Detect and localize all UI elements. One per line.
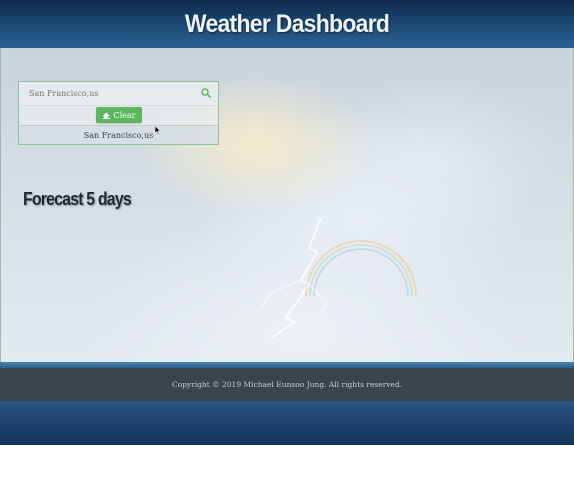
city-search-input[interactable] (25, 84, 193, 102)
page-title: Weather Dashboard (184, 9, 390, 38)
clear-row: Clear (19, 105, 218, 126)
search-panel: Clear San Francisco,us (18, 81, 219, 145)
search-history-label: San Francisco,us (83, 130, 154, 140)
page: Weather Dashboard San Francisco,us Clear… (0, 0, 574, 480)
copyright-text: Copyright © 2019 Michael Eunsoo Jung. Al… (171, 380, 403, 389)
lightning-decoration (260, 218, 327, 338)
clear-button-label: Clear (113, 110, 136, 120)
header: Weather Dashboard (0, 0, 574, 48)
footer: Copyright © 2019 Michael Eunsoo Jung. Al… (0, 368, 574, 401)
search-row (19, 82, 218, 106)
clear-button[interactable]: Clear (96, 107, 142, 123)
search-icon (201, 88, 211, 98)
search-button[interactable] (198, 85, 214, 101)
search-history-item[interactable]: San Francisco,us (19, 126, 218, 144)
forecast-heading: Forecast 5 days (23, 189, 132, 209)
eraser-icon (102, 112, 111, 119)
footer-band (0, 401, 574, 445)
mouse-cursor-icon (155, 126, 161, 135)
